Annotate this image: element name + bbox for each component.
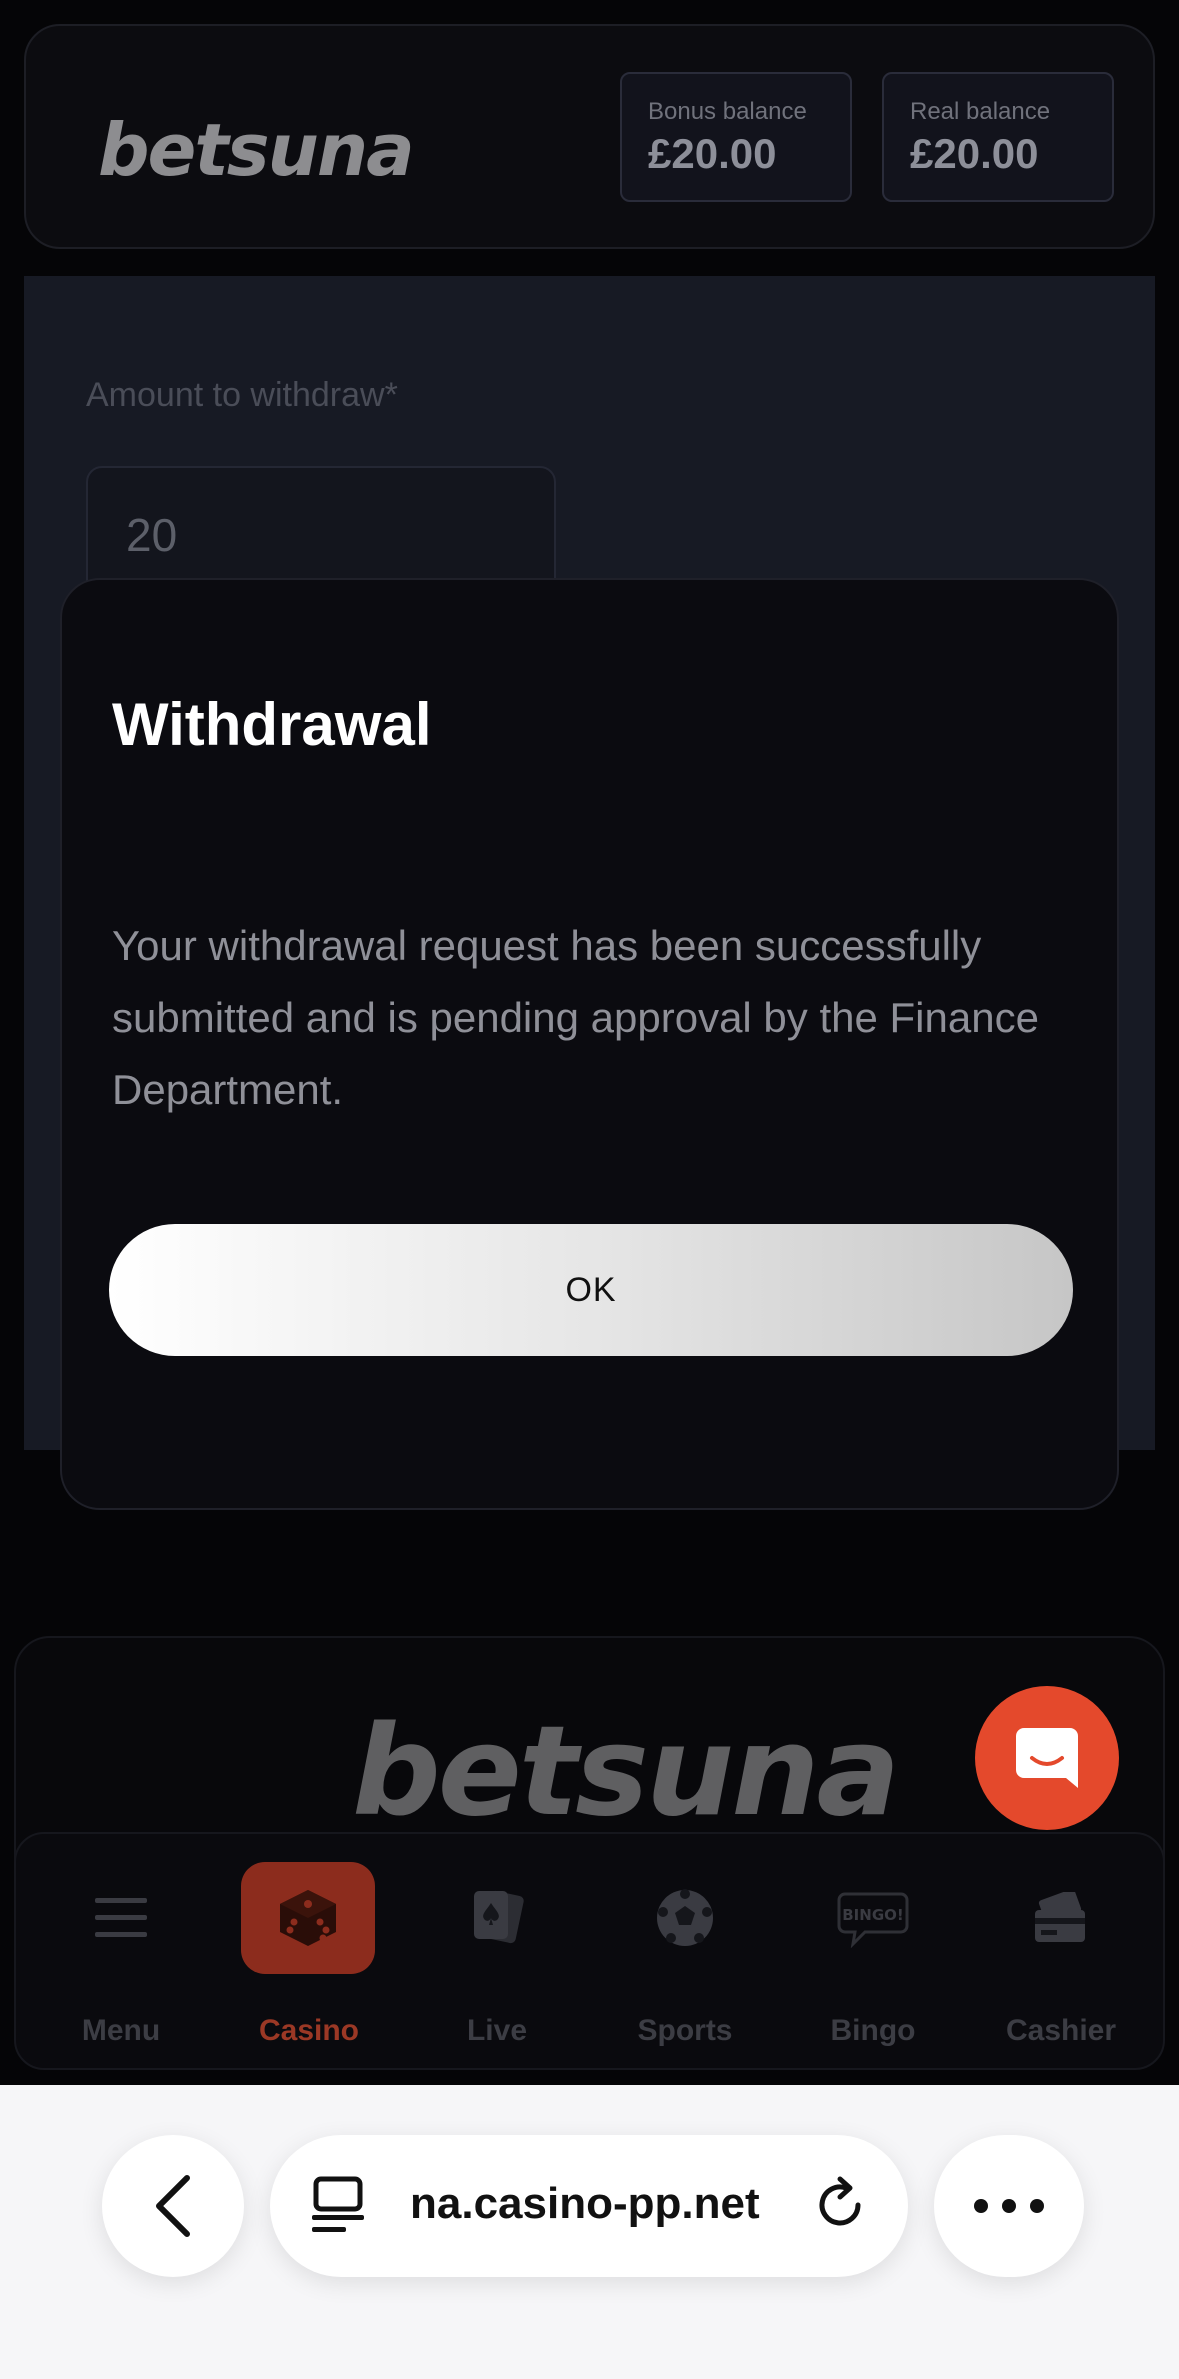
nav-label-casino: Casino (258, 2014, 360, 2047)
betsuna-logo[interactable]: betsuna (98, 108, 415, 192)
dialog-message: Your withdrawal request has been success… (112, 922, 1039, 1113)
tab-overview-icon[interactable] (310, 2175, 366, 2240)
chat-button[interactable] (975, 1686, 1119, 1830)
chevron-left-icon (156, 2175, 190, 2237)
nav-label-sports: Sports (637, 2014, 733, 2047)
real-balance-label: Real balance (910, 98, 1051, 125)
reload-icon[interactable] (810, 2175, 870, 2240)
cashier-icon (1001, 1862, 1121, 1974)
bottom-nav: Menu Casino Live Sports BINGO! Bingo Cas… (14, 1832, 1165, 2070)
nav-label-menu: Menu (81, 2014, 161, 2047)
site-header: betsuna Bonus balance £20.00 Real balanc… (24, 24, 1155, 249)
soccer-ball-icon (625, 1862, 745, 1974)
nav-label-live: Live (466, 2014, 528, 2047)
withdrawal-dialog: Withdrawal Your withdrawal request has b… (60, 578, 1119, 1510)
nav-label-bingo: Bingo (830, 2014, 916, 2047)
svg-text:BINGO!: BINGO! (842, 1906, 903, 1924)
footer-logo-text: betsuna (352, 1700, 900, 1844)
ok-button[interactable]: OK (109, 1224, 1073, 1356)
browser-back-button[interactable] (102, 2135, 244, 2277)
browser-more-button[interactable] (934, 2135, 1084, 2277)
nav-item-casino[interactable]: Casino (234, 1862, 384, 2052)
nav-item-sports[interactable]: Sports (610, 1862, 760, 2052)
bonus-balance-box[interactable]: Bonus balance £20.00 (620, 72, 852, 202)
bonus-balance-value: £20.00 (648, 130, 777, 177)
menu-icon (61, 1862, 181, 1974)
dice-icon (241, 1862, 375, 1974)
amount-label: Amount to withdraw* (86, 376, 398, 414)
logo-text: betsuna (98, 108, 415, 192)
bingo-icon: BINGO! (813, 1862, 933, 1974)
nav-item-bingo[interactable]: BINGO! Bingo (798, 1862, 948, 2052)
url-text[interactable]: na.casino-pp.net (410, 2179, 760, 2229)
bonus-balance-label: Bonus balance (648, 98, 807, 125)
nav-label-cashier: Cashier (1005, 2014, 1117, 2047)
chat-icon (1016, 1728, 1078, 1788)
dialog-title: Withdrawal (112, 691, 432, 758)
nav-item-live[interactable]: Live (422, 1862, 572, 2052)
nav-item-menu[interactable]: Menu (46, 1862, 196, 2052)
real-balance-box[interactable]: Real balance £20.00 (882, 72, 1114, 202)
real-balance-value: £20.00 (910, 130, 1039, 177)
browser-toolbar: na.casino-pp.net (0, 2085, 1179, 2379)
address-bar[interactable]: na.casino-pp.net (270, 2135, 908, 2277)
footer-logo: betsuna (352, 1700, 900, 1844)
nav-item-cashier[interactable]: Cashier (986, 1862, 1136, 2052)
cards-icon (437, 1862, 557, 1974)
amount-input-value: 20 (126, 509, 178, 561)
more-dots-icon (974, 2199, 1044, 2213)
